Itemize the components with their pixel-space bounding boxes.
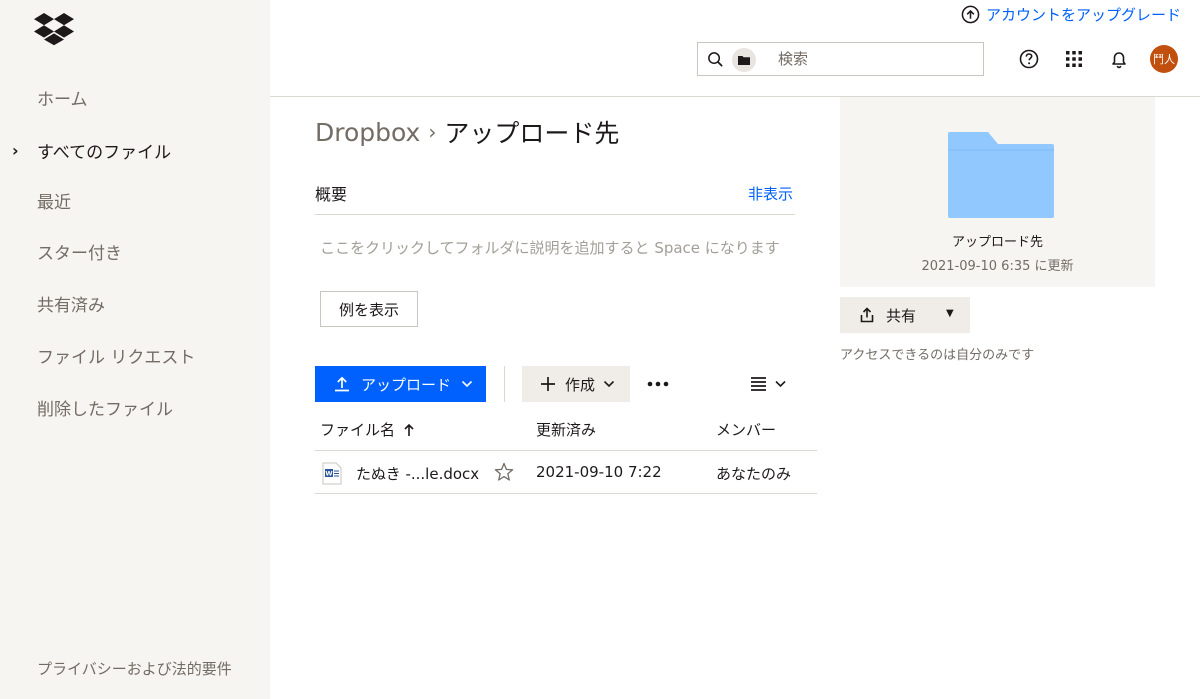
folder-updated: 2021-09-10 6:35 に更新 bbox=[921, 259, 1074, 274]
bell-icon[interactable] bbox=[1108, 48, 1130, 70]
upload-label: アップロード bbox=[361, 375, 452, 394]
upgrade-account-link[interactable]: アカウントをアップグレード bbox=[961, 4, 1181, 25]
apps-grid-icon[interactable] bbox=[1063, 48, 1085, 70]
share-icon bbox=[860, 307, 874, 323]
breadcrumb: Dropbox › アップロード先 bbox=[315, 114, 619, 150]
chevron-right-icon: › bbox=[12, 141, 19, 160]
file-members: あなたのみ bbox=[716, 465, 792, 483]
folder-scope-icon[interactable] bbox=[732, 48, 756, 72]
folder-icon bbox=[948, 132, 1054, 218]
hide-overview-link[interactable]: 非表示 bbox=[748, 183, 793, 204]
file-modified-date: 2021-09-10 7:22 bbox=[536, 463, 662, 481]
breadcrumb-separator: › bbox=[428, 120, 437, 144]
sidebar-item-label: スター付き bbox=[37, 243, 122, 264]
upload-icon bbox=[335, 376, 349, 392]
sidebar-item-label: ホーム bbox=[37, 89, 88, 110]
show-examples-button[interactable]: 例を表示 bbox=[320, 291, 418, 327]
more-icon[interactable] bbox=[646, 373, 670, 395]
access-note: アクセスできるのは自分のみです bbox=[840, 348, 1035, 363]
sidebar-item-label: 削除したファイル bbox=[37, 399, 173, 420]
sidebar-item-label: 共有済み bbox=[37, 295, 105, 316]
file-name[interactable]: たぬき -...le.docx bbox=[356, 463, 479, 484]
search-input[interactable] bbox=[766, 43, 976, 75]
column-header-modified[interactable]: 更新済み bbox=[536, 419, 596, 440]
folder-icon bbox=[738, 56, 750, 65]
sidebar-item-label: ファイル リクエスト bbox=[37, 347, 196, 368]
column-modified-label: 更新済み bbox=[536, 421, 597, 439]
help-icon[interactable] bbox=[1018, 48, 1040, 70]
folder-info-card: アップロード先 2021-09-10 6:35 に更新 bbox=[840, 97, 1155, 287]
sidebar-item-home[interactable]: ホーム bbox=[0, 77, 270, 117]
column-header-members[interactable]: メンバー bbox=[716, 419, 776, 440]
breadcrumb-root-link[interactable]: Dropbox bbox=[315, 118, 420, 147]
sidebar-item-label: すべてのファイル bbox=[37, 142, 172, 163]
table-row[interactable]: W たぬき -...le.docx 2021-09-10 7:22 あなたのみ bbox=[315, 451, 817, 493]
chevron-down-icon bbox=[603, 380, 615, 388]
page-title: アップロード先 bbox=[444, 119, 620, 148]
sidebar-item-file-requests[interactable]: ファイル リクエスト bbox=[0, 335, 270, 375]
star-icon[interactable] bbox=[493, 461, 515, 483]
share-button[interactable]: 共有 ▼ bbox=[840, 297, 970, 333]
sidebar-item-label: 最近 bbox=[37, 192, 71, 213]
toolbar-divider bbox=[504, 366, 505, 402]
plus-icon bbox=[541, 377, 555, 391]
folder-description-field[interactable]: ここをクリックしてフォルダに説明を追加すると Space になります bbox=[320, 238, 790, 258]
folder-name: アップロード先 bbox=[951, 235, 1043, 250]
caret-down-icon[interactable]: ▼ bbox=[946, 308, 954, 319]
search-icon bbox=[708, 52, 723, 67]
column-header-name[interactable]: ファイル名 bbox=[320, 419, 415, 440]
upgrade-arrow-icon bbox=[961, 5, 980, 24]
chevron-down-icon bbox=[461, 380, 473, 388]
sort-up-icon bbox=[404, 423, 414, 436]
upgrade-label: アカウントをアップグレード bbox=[985, 6, 1181, 24]
sidebar: ホーム › すべてのファイル 最近 スター付き 共有済み ファイル リクエスト … bbox=[0, 0, 270, 699]
sidebar-item-deleted-files[interactable]: 削除したファイル bbox=[0, 387, 270, 427]
create-button[interactable]: 作成 bbox=[522, 366, 630, 402]
overview-heading: 概要 bbox=[315, 185, 348, 204]
share-label: 共有 bbox=[886, 306, 917, 325]
search-bar[interactable] bbox=[697, 42, 984, 76]
word-file-icon: W bbox=[322, 462, 342, 485]
column-members-label: メンバー bbox=[716, 421, 777, 439]
sidebar-item-recent[interactable]: 最近 bbox=[0, 180, 270, 220]
list-view-icon[interactable] bbox=[749, 373, 789, 395]
sidebar-item-shared[interactable]: 共有済み bbox=[0, 283, 270, 323]
create-label: 作成 bbox=[565, 375, 596, 394]
upload-button[interactable]: アップロード bbox=[315, 366, 486, 402]
privacy-legal-link[interactable]: プライバシーおよび法的要件 bbox=[37, 659, 247, 679]
overview-divider bbox=[315, 214, 795, 215]
sidebar-item-starred[interactable]: スター付き bbox=[0, 231, 270, 271]
dropbox-logo-icon[interactable] bbox=[34, 12, 74, 46]
column-name-label: ファイル名 bbox=[320, 421, 396, 439]
avatar[interactable]: 鬥人 bbox=[1150, 45, 1178, 73]
sidebar-item-all-files[interactable]: › すべてのファイル bbox=[0, 130, 270, 170]
table-divider bbox=[315, 493, 817, 494]
svg-text:W: W bbox=[325, 470, 332, 478]
